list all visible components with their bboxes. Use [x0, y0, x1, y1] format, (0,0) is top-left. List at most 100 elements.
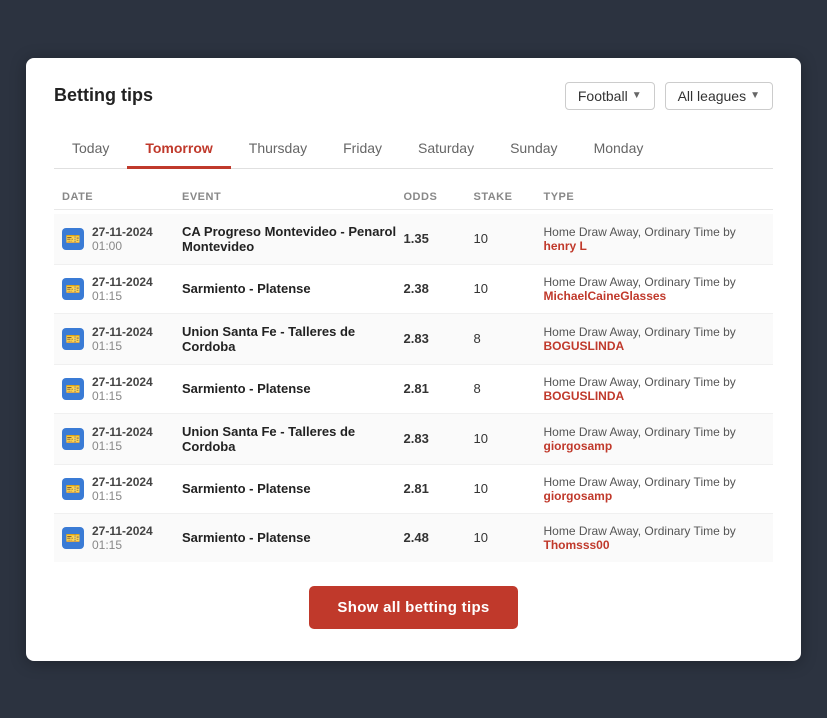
ticket-icon: 🎫 [62, 228, 84, 250]
date-value: 27-11-2024 [92, 425, 153, 439]
date-time: 27-11-2024 01:15 [92, 524, 153, 552]
ticket-icon: 🎫 [62, 278, 84, 300]
event-cell: Sarmiento - Platense [182, 381, 404, 396]
date-cell: 🎫 27-11-2024 01:15 [62, 325, 182, 353]
ticket-icon: 🎫 [62, 428, 84, 450]
filters: Football ▼ All leagues ▼ [565, 82, 773, 110]
column-header-date: DATE [62, 191, 182, 203]
date-value: 27-11-2024 [92, 325, 153, 339]
date-time: 27-11-2024 01:15 [92, 325, 153, 353]
date-time: 27-11-2024 01:15 [92, 275, 153, 303]
ticket-icon: 🎫 [62, 328, 84, 350]
page-title: Betting tips [54, 85, 153, 106]
ticket-icon: 🎫 [62, 478, 84, 500]
date-cell: 🎫 27-11-2024 01:15 [62, 375, 182, 403]
user-link[interactable]: BOGUSLINDA [544, 339, 625, 353]
date-cell: 🎫 27-11-2024 01:15 [62, 524, 182, 552]
event-cell: Union Santa Fe - Talleres de Cordoba [182, 324, 404, 354]
date-value: 27-11-2024 [92, 225, 153, 239]
odds-cell: 2.38 [404, 281, 474, 296]
stake-cell: 8 [474, 381, 544, 396]
user-link[interactable]: giorgosamp [544, 439, 613, 453]
ticket-icon: 🎫 [62, 527, 84, 549]
time-value: 01:15 [92, 538, 153, 552]
date-cell: 🎫 27-11-2024 01:15 [62, 275, 182, 303]
user-link[interactable]: BOGUSLINDA [544, 389, 625, 403]
table-row: 🎫 27-11-2024 01:15 Union Santa Fe - Tall… [54, 414, 773, 465]
date-time: 27-11-2024 01:15 [92, 425, 153, 453]
leagues-filter-label: All leagues [678, 88, 747, 104]
date-value: 27-11-2024 [92, 475, 153, 489]
tab-sunday[interactable]: Sunday [492, 130, 575, 169]
event-cell: CA Progreso Montevideo - Penarol Montevi… [182, 224, 404, 254]
betting-tips-card: Betting tips Football ▼ All leagues ▼ To… [26, 58, 801, 661]
table-row: 🎫 27-11-2024 01:15 Sarmiento - Platense 2… [54, 465, 773, 514]
football-filter-label: Football [578, 88, 628, 104]
date-time: 27-11-2024 01:00 [92, 225, 153, 253]
table-row: 🎫 27-11-2024 01:15 Sarmiento - Platense2… [54, 365, 773, 414]
table-row: 🎫 27-11-2024 01:15 Sarmiento - Platense2… [54, 265, 773, 314]
column-header-event: EVENT [182, 191, 404, 203]
event-cell: Union Santa Fe - Talleres de Cordoba [182, 424, 404, 454]
type-cell: Home Draw Away, Ordinary Time by BOGUSLI… [544, 375, 766, 403]
table-row: 🎫 27-11-2024 01:00 CA Progreso Montevide… [54, 214, 773, 265]
column-header-stake: STAKE [474, 191, 544, 203]
date-value: 27-11-2024 [92, 524, 153, 538]
odds-cell: 2.83 [404, 331, 474, 346]
tab-today[interactable]: Today [54, 130, 127, 169]
show-all-button[interactable]: Show all betting tips [309, 586, 517, 629]
type-cell: Home Draw Away, Ordinary Time by BOGUSLI… [544, 325, 766, 353]
user-link[interactable]: MichaelCaineGlasses [544, 289, 667, 303]
date-value: 27-11-2024 [92, 275, 153, 289]
ticket-icon: 🎫 [62, 378, 84, 400]
table-header: DATEEVENTODDSSTAKETYPE [54, 185, 773, 210]
user-link[interactable]: henry L [544, 239, 587, 253]
odds-cell: 1.35 [404, 231, 474, 246]
time-value: 01:15 [92, 389, 153, 403]
type-cell: Home Draw Away, Ordinary Time by Thomsss… [544, 524, 766, 552]
stake-cell: 10 [474, 431, 544, 446]
date-cell: 🎫 27-11-2024 01:00 [62, 225, 182, 253]
time-value: 01:15 [92, 339, 153, 353]
football-filter-arrow-icon: ▼ [632, 90, 642, 101]
tab-saturday[interactable]: Saturday [400, 130, 492, 169]
odds-cell: 2.81 [404, 381, 474, 396]
odds-cell: 2.83 [404, 431, 474, 446]
date-cell: 🎫 27-11-2024 01:15 [62, 475, 182, 503]
time-value: 01:15 [92, 439, 153, 453]
event-cell: Sarmiento - Platense [182, 530, 404, 545]
table-row: 🎫 27-11-2024 01:15 Union Santa Fe - Tall… [54, 314, 773, 365]
stake-cell: 8 [474, 331, 544, 346]
tab-monday[interactable]: Monday [576, 130, 662, 169]
leagues-filter-button[interactable]: All leagues ▼ [665, 82, 773, 110]
leagues-filter-arrow-icon: ▼ [750, 90, 760, 101]
tab-friday[interactable]: Friday [325, 130, 400, 169]
date-time: 27-11-2024 01:15 [92, 375, 153, 403]
date-cell: 🎫 27-11-2024 01:15 [62, 425, 182, 453]
table-body: 🎫 27-11-2024 01:00 CA Progreso Montevide… [54, 214, 773, 562]
type-cell: Home Draw Away, Ordinary Time by Michael… [544, 275, 766, 303]
type-cell: Home Draw Away, Ordinary Time by giorgos… [544, 475, 766, 503]
date-value: 27-11-2024 [92, 375, 153, 389]
table-row: 🎫 27-11-2024 01:15 Sarmiento - Platense2… [54, 514, 773, 562]
time-value: 01:15 [92, 489, 153, 503]
event-cell: Sarmiento - Platense [182, 481, 404, 496]
column-header-odds: ODDS [404, 191, 474, 203]
column-header-type: TYPE [544, 191, 766, 203]
user-link[interactable]: Thomsss00 [544, 538, 610, 552]
football-filter-button[interactable]: Football ▼ [565, 82, 655, 110]
user-link[interactable]: giorgosamp [544, 489, 613, 503]
time-value: 01:15 [92, 289, 153, 303]
stake-cell: 10 [474, 281, 544, 296]
tab-tomorrow[interactable]: Tomorrow [127, 130, 230, 169]
time-value: 01:00 [92, 239, 153, 253]
type-cell: Home Draw Away, Ordinary Time by giorgos… [544, 425, 766, 453]
tab-thursday[interactable]: Thursday [231, 130, 325, 169]
odds-cell: 2.48 [404, 530, 474, 545]
date-time: 27-11-2024 01:15 [92, 475, 153, 503]
event-cell: Sarmiento - Platense [182, 281, 404, 296]
card-header: Betting tips Football ▼ All leagues ▼ [54, 82, 773, 110]
stake-cell: 10 [474, 231, 544, 246]
stake-cell: 10 [474, 481, 544, 496]
type-cell: Home Draw Away, Ordinary Time by henry L [544, 225, 766, 253]
